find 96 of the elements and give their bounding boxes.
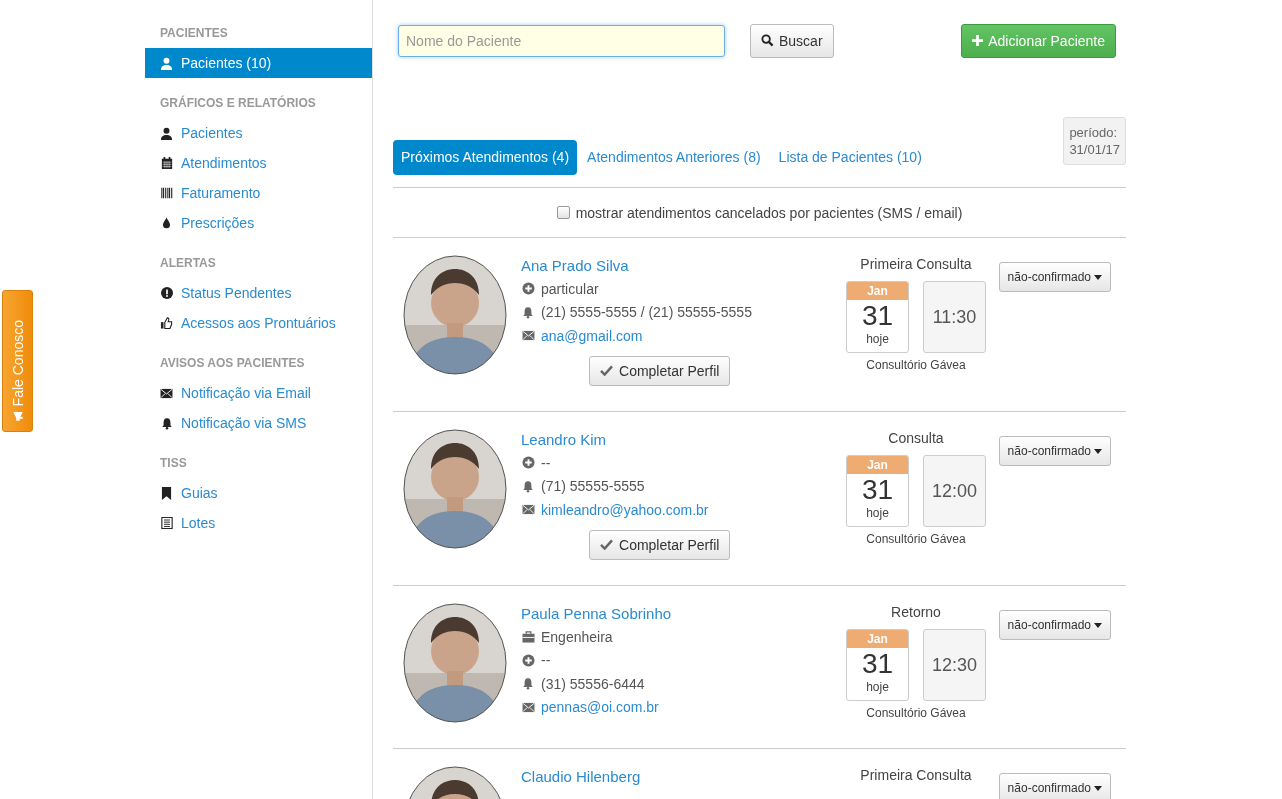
envelope-icon xyxy=(521,701,535,713)
period-label: período: xyxy=(1069,124,1119,141)
megaphone-icon xyxy=(12,409,23,422)
patient-detail: (21) 5555-5555 / (21) 55555-5555 xyxy=(541,304,752,321)
bell-icon xyxy=(521,305,535,319)
plus-circle-icon xyxy=(521,456,535,470)
email-link[interactable]: kimleandro@yahoo.com.br xyxy=(541,501,709,518)
section-heading: AVISOS AOS PACIENTES xyxy=(159,356,306,371)
patient-name-link[interactable]: Paula Penna Sobrinho xyxy=(521,603,672,625)
caret-icon xyxy=(1094,274,1102,280)
patient-detail: (31) 55556-6444 xyxy=(541,675,645,692)
time-card: 12:30 xyxy=(923,629,986,701)
list-icon xyxy=(160,517,173,529)
month-label: Jan xyxy=(847,282,908,300)
patient-name-link[interactable]: Ana Prado Silva xyxy=(521,255,629,277)
user-icon xyxy=(160,126,173,140)
patient-name-link[interactable]: Leandro Kim xyxy=(521,429,607,451)
caret-icon xyxy=(1094,785,1102,791)
patient-name-link[interactable]: Claudio Hilenberg xyxy=(521,766,641,788)
month-label: Jan xyxy=(847,456,908,474)
drop-icon xyxy=(160,217,173,229)
check-icon xyxy=(600,365,613,376)
appointment-type: Consulta xyxy=(888,429,944,448)
section-heading: GRÁFICOS E RELATÓRIOS xyxy=(159,96,317,111)
status-dropdown[interactable]: não-confirmado xyxy=(998,262,1111,292)
tab[interactable]: Atendimentos Anteriores (8) xyxy=(579,140,769,175)
thumbs-up-icon xyxy=(160,317,173,329)
bell-icon xyxy=(160,416,173,430)
location-label: Consultório Gávea xyxy=(866,532,966,546)
relative-day: hoje xyxy=(866,506,889,520)
relative-day: hoje xyxy=(866,332,889,346)
day-number: 31 xyxy=(861,474,894,506)
sidebar-item[interactable]: Notificação via Email xyxy=(145,378,372,408)
sidebar-item[interactable]: Status Pendentes xyxy=(145,278,372,308)
user-icon xyxy=(160,56,173,70)
status-dropdown[interactable]: não-confirmado xyxy=(998,773,1111,799)
status-dropdown[interactable]: não-confirmado xyxy=(998,436,1111,466)
search-icon xyxy=(761,34,774,47)
relative-day: hoje xyxy=(866,680,889,694)
plus-circle-icon xyxy=(521,653,535,667)
check-icon xyxy=(600,539,613,550)
appointment-type: Primeira Consulta xyxy=(860,255,972,274)
plus-circle-icon xyxy=(521,282,535,296)
patient-detail: -- xyxy=(541,454,551,471)
sidebar-item[interactable]: Lotes xyxy=(145,508,372,538)
patient-detail: (71) 55555-5555 xyxy=(541,478,645,495)
feedback-tab[interactable]: Fale Conosco xyxy=(2,290,33,432)
location-label: Consultório Gávea xyxy=(866,358,966,372)
email-link[interactable]: ana@gmail.com xyxy=(541,327,643,344)
period-date: 31/01/17 xyxy=(1069,141,1120,158)
day-number: 31 xyxy=(861,300,894,332)
sidebar-item[interactable]: Pacientes xyxy=(145,118,372,148)
tab[interactable]: Lista de Pacientes (10) xyxy=(770,140,930,175)
alert-icon xyxy=(160,287,173,299)
checkbox[interactable] xyxy=(556,206,570,219)
caret-icon xyxy=(1094,622,1102,628)
sidebar-item[interactable]: Pacientes (10) xyxy=(145,48,372,78)
sidebar-item[interactable]: Atendimentos xyxy=(145,148,372,178)
sidebar-item[interactable]: Acessos aos Prontuários xyxy=(145,308,372,338)
search-field[interactable]: Nome do Paciente xyxy=(398,24,725,57)
checkbox-label: mostrar atendimentos cancelados por pacientes (SMS / email) xyxy=(575,204,963,221)
status-dropdown[interactable]: não-confirmado xyxy=(998,610,1111,640)
section-heading: ALERTAS xyxy=(159,256,217,271)
envelope-icon xyxy=(521,330,535,342)
section-heading: TISS xyxy=(159,456,188,471)
email-link[interactable]: pennas@oi.com.br xyxy=(541,699,659,716)
sidebar-item[interactable]: Guias xyxy=(145,478,372,508)
complete-profile-button[interactable]: Completar Perfil xyxy=(589,355,731,386)
bell-icon xyxy=(521,479,535,493)
add-patient-button[interactable]: Adicionar Paciente xyxy=(961,23,1116,58)
envelope-icon xyxy=(160,387,173,399)
patient-detail: particular xyxy=(541,280,599,297)
barcode-icon xyxy=(160,187,173,199)
calendar-icon xyxy=(160,157,173,169)
appointment-type: Primeira Consulta xyxy=(860,766,972,785)
briefcase-icon xyxy=(521,630,535,643)
patient-detail: -- xyxy=(541,652,551,669)
plus-icon xyxy=(972,35,984,46)
envelope-icon xyxy=(521,504,535,516)
bell-icon xyxy=(521,677,535,691)
location-label: Consultório Gávea xyxy=(866,706,966,720)
day-number: 31 xyxy=(861,648,894,680)
caret-icon xyxy=(1094,448,1102,454)
patient-detail: Engenheira xyxy=(541,628,613,645)
sidebar-item[interactable]: Prescrições xyxy=(145,208,372,238)
time-card: 11:30 xyxy=(923,281,986,353)
complete-profile-button[interactable]: Completar Perfil xyxy=(589,529,731,560)
appointment-type: Retorno xyxy=(891,603,941,622)
bookmark-icon xyxy=(160,486,173,500)
sidebar-item[interactable]: Faturamento xyxy=(145,178,372,208)
time-card: 12:00 xyxy=(923,455,986,527)
search-button[interactable]: Buscar xyxy=(750,23,834,58)
section-heading: PACIENTES xyxy=(159,26,229,41)
sidebar-item[interactable]: Notificação via SMS xyxy=(145,408,372,438)
month-label: Jan xyxy=(847,630,908,648)
tab[interactable]: Próximos Atendimentos (4) xyxy=(393,140,578,175)
